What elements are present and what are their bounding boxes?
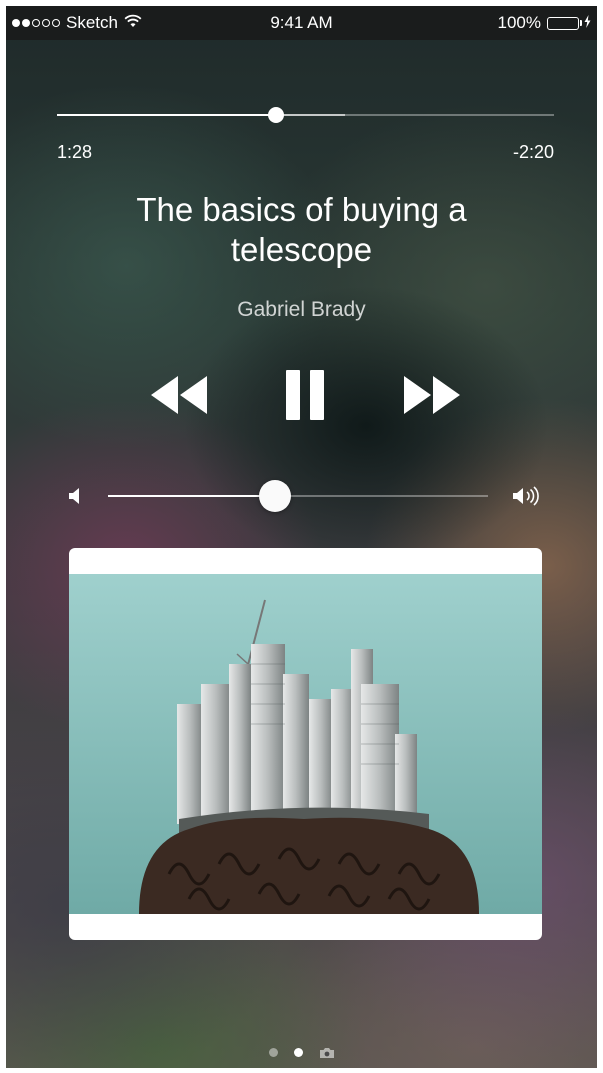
playback-progress-slider[interactable]	[57, 107, 554, 123]
page-dot-active[interactable]	[293, 1047, 303, 1057]
volume-high-icon	[512, 485, 544, 507]
track-title: The basics of buying a telescope	[136, 191, 467, 268]
page-dot[interactable]	[268, 1047, 278, 1057]
playback-scrubber-handle[interactable]	[267, 107, 284, 123]
volume-level	[108, 495, 276, 497]
remaining-time: -2:20	[512, 142, 554, 162]
camera-icon[interactable]	[319, 1046, 335, 1058]
volume-slider[interactable]	[108, 480, 488, 512]
charging-bolt-icon	[584, 13, 591, 33]
volume-slider-handle[interactable]	[259, 480, 292, 512]
fast-forward-icon	[404, 376, 460, 414]
battery-icon	[547, 16, 582, 30]
album-artwork	[69, 574, 542, 914]
elapsed-time: 1:28	[57, 142, 93, 162]
pause-button[interactable]	[282, 368, 328, 422]
rewind-icon	[151, 376, 207, 414]
volume-low-icon	[68, 486, 84, 506]
album-artwork-card	[69, 548, 542, 940]
elapsed-progress	[57, 114, 276, 116]
status-bar: Sketch 9:41 AM 100%	[6, 6, 597, 40]
now-playing-screen: Sketch 9:41 AM 100% 1:28 -2:20 The basic…	[6, 6, 597, 1068]
rewind-button[interactable]	[147, 374, 209, 416]
fast-forward-button[interactable]	[402, 374, 464, 416]
artist-name: Gabriel Brady	[237, 298, 366, 321]
status-right: 100%	[498, 13, 591, 33]
pause-icon	[286, 370, 324, 420]
battery-percent: 100%	[497, 13, 541, 32]
page-indicator[interactable]	[6, 1046, 597, 1058]
